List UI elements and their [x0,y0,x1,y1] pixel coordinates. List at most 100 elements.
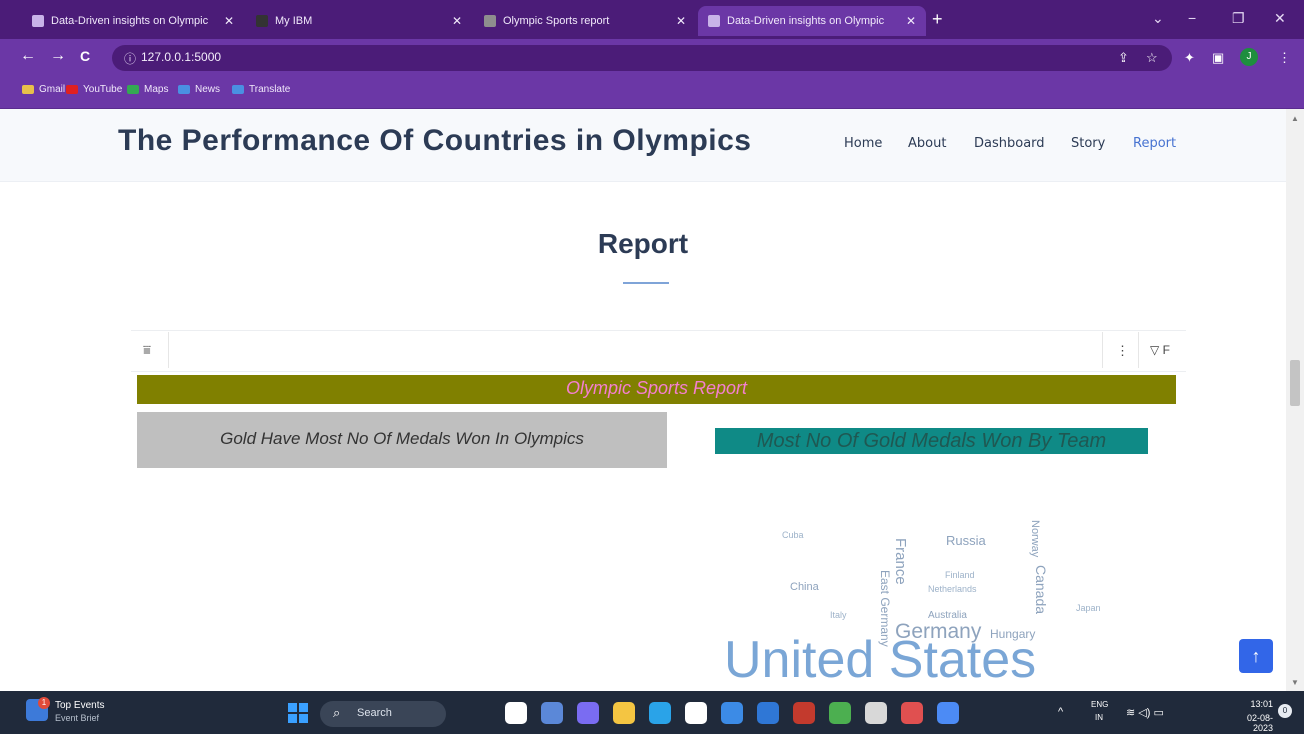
translate-icon [232,85,244,94]
wordcloud-word: East Germany [878,570,892,647]
reload-button[interactable]: C [80,47,90,65]
tab-title: Data-Driven insights on Olympic [51,15,209,27]
wifi-volume-battery-icon[interactable]: ≋ ◁) ▭ [1126,706,1164,719]
filter-pane-icon[interactable]: ⩸ [143,342,151,358]
scroll-to-top-button[interactable]: ↑ [1239,639,1273,673]
funnel-icon: ▽ [1150,343,1160,357]
search-icon: ⌕ [333,705,341,720]
widgets-badge: 1 [38,697,50,709]
wordcloud-word: Italy [830,610,847,620]
store-icon[interactable] [685,702,707,724]
browser-tab[interactable]: My IBM ✕ [246,6,472,36]
wordcloud-word: Australia [928,610,967,621]
wordcloud-word: France [892,538,909,585]
tab-favicon-icon [256,15,268,27]
nav-about[interactable]: About [908,136,946,151]
youtube-icon [66,85,78,94]
clock-date[interactable]: 02-08-2023 [1229,713,1273,733]
tab-title: My IBM [275,15,313,27]
report-toolbar [131,330,1186,372]
back-button[interactable]: ← [20,47,36,65]
edge-browser-icon[interactable] [649,702,671,724]
bookmark-youtube[interactable]: YouTube [66,84,122,95]
widgets-title[interactable]: Top Events [55,700,104,711]
heading-underline [623,282,669,284]
profile-avatar[interactable]: J [1240,48,1258,66]
more-options-icon[interactable]: ⋮ [1116,343,1129,359]
teams-icon[interactable] [577,702,599,724]
url-text[interactable]: 127.0.0.1:5000 [141,50,221,64]
tab-close-icon[interactable]: ✕ [224,14,234,28]
chrome-profile-icon[interactable] [757,702,779,724]
tab-search-icon[interactable]: ⌄ [1152,10,1164,27]
notification-center-icon[interactable]: 0 [1278,704,1292,718]
toolbar-divider [1138,332,1139,368]
word-cloud[interactable]: United States Germany Hungary Russia Fra… [690,480,1160,690]
tab-title: Data-Driven insights on Olympic [727,15,885,27]
tab-favicon-icon [484,15,496,27]
scroll-down-arrow-icon[interactable]: ▼ [1291,678,1299,687]
tab-favicon-icon [708,15,720,27]
language-indicator[interactable]: ENG [1091,700,1108,709]
restore-button[interactable]: ❐ [1232,10,1245,27]
scrollbar-thumb[interactable] [1290,360,1300,406]
text-card-right-label: Most No Of Gold Medals Won By Team [756,430,1107,452]
taskbar-search-label[interactable]: Search [357,707,392,719]
browser-tab[interactable]: Data-Driven insights on Olympic ✕ [22,6,244,36]
maps-icon [127,85,139,94]
gmail-icon [22,85,34,94]
share-icon[interactable]: ⇪ [1118,50,1129,66]
edge-copilot-icon[interactable] [505,702,527,724]
wordcloud-word: Hungary [990,627,1036,641]
site-info-icon[interactable]: ⓘ [124,50,136,67]
mail-icon[interactable] [721,702,743,724]
menu-kebab-icon[interactable]: ⋮ [1278,50,1291,66]
start-button[interactable] [288,703,308,723]
wordcloud-word: Cuba [782,530,804,540]
side-panel-icon[interactable]: ▣ [1212,50,1224,66]
wordcloud-word: Norway [1029,520,1041,558]
bookmark-maps[interactable]: Maps [127,84,168,95]
wordcloud-word: Netherlands [928,584,977,594]
address-bar[interactable] [112,45,1172,71]
minimize-button[interactable]: − [1188,10,1196,26]
extensions-icon[interactable]: ✦ [1184,50,1195,66]
new-tab-button[interactable]: + [932,10,943,28]
wordcloud-word: Russia [946,533,986,548]
tab-favicon-icon [32,15,44,27]
terminal-icon[interactable] [865,702,887,724]
filters-button[interactable]: ▽ F [1150,343,1170,357]
task-view-icon[interactable] [541,702,563,724]
windows-logo-icon [288,703,297,712]
scroll-up-arrow-icon[interactable]: ▲ [1291,114,1299,123]
tray-overflow-icon[interactable]: ^ [1058,706,1063,718]
text-card-left-label: Gold Have Most No Of Medals Won In Olymp… [220,429,584,448]
antivirus-icon[interactable] [793,702,815,724]
tab-close-icon[interactable]: ✕ [452,14,462,28]
bookmark-star-icon[interactable]: ☆ [1146,50,1158,66]
close-window-button[interactable]: ✕ [1274,10,1286,27]
widgets-subtitle[interactable]: Event Brief [55,713,99,723]
browser-tab[interactable]: Olympic Sports report ✕ [474,6,696,36]
clock-time[interactable]: 13:01 [1233,699,1273,709]
app-icon[interactable] [829,702,851,724]
language-region[interactable]: IN [1095,713,1103,722]
browser-tab-active[interactable]: Data-Driven insights on Olympic ✕ [698,6,926,36]
tab-title: Olympic Sports report [503,15,610,27]
chrome-icon[interactable] [937,702,959,724]
paint-icon[interactable] [901,702,923,724]
bookmark-news[interactable]: News [178,84,220,95]
nav-dashboard[interactable]: Dashboard [974,136,1045,151]
toolbar-divider [1102,332,1103,368]
forward-button[interactable]: → [50,47,66,65]
site-title[interactable]: The Performance Of Countries in Olympics [118,124,751,158]
tab-close-icon[interactable]: ✕ [906,14,916,28]
nav-report[interactable]: Report [1133,136,1176,151]
bookmark-translate[interactable]: Translate [232,84,290,95]
nav-home[interactable]: Home [844,136,882,151]
file-explorer-icon[interactable] [613,702,635,724]
bookmark-gmail[interactable]: Gmail [22,84,65,95]
nav-story[interactable]: Story [1071,136,1105,151]
wordcloud-word: Finland [945,570,975,580]
tab-close-icon[interactable]: ✕ [676,14,686,28]
